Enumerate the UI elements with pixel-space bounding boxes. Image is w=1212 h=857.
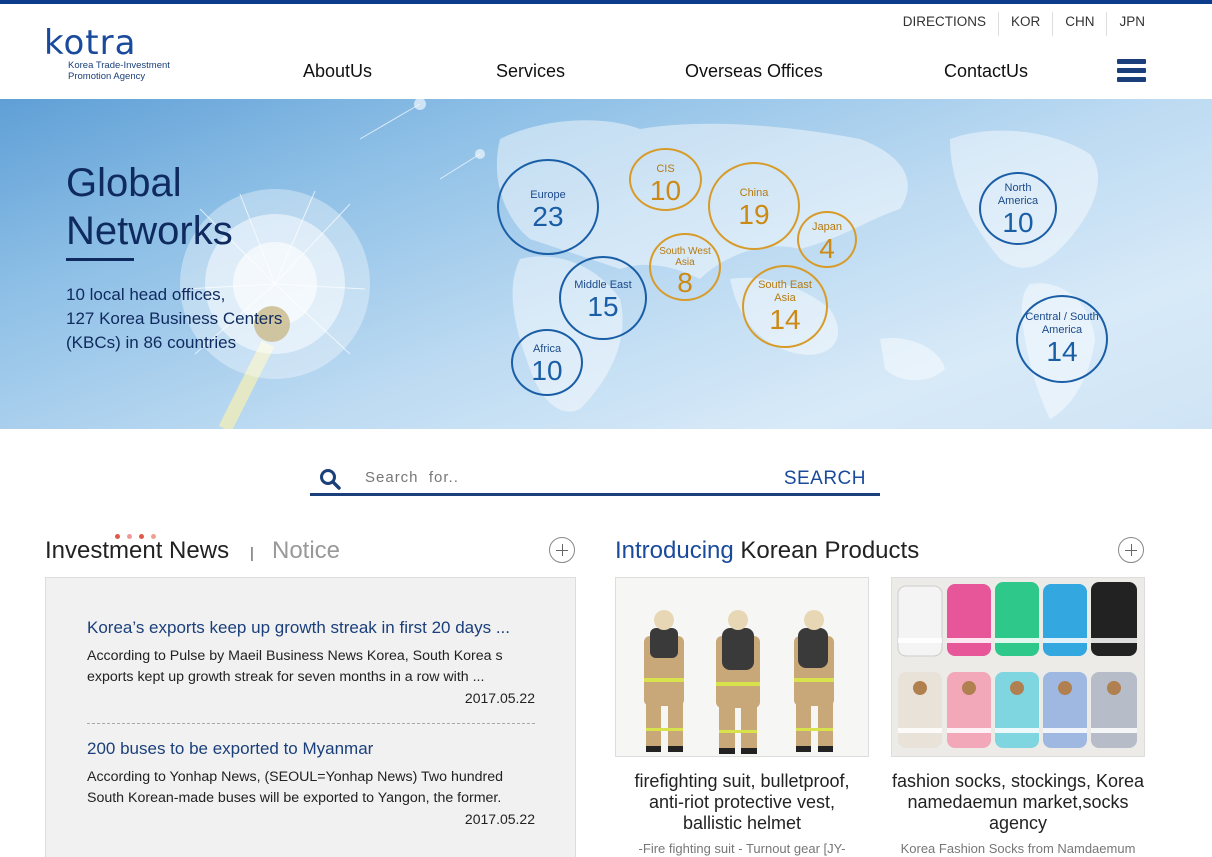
news-item-title[interactable]: Korea’s exports keep up growth streak in… [87,617,535,639]
news-desc-line: According to Pulse by Maeil Business New… [87,648,503,664]
region-north-america[interactable]: North America 10 [979,172,1057,245]
hamburger-menu-icon[interactable] [1117,59,1146,83]
region-south-west-asia[interactable]: South West Asia 8 [649,233,721,301]
news-list: Korea’s exports keep up growth streak in… [45,577,576,857]
product-card[interactable]: fashion socks, stockings, Korea namedaem… [891,577,1145,856]
region-count: 19 [738,199,770,230]
product-image-fashion-socks[interactable] [891,577,1145,757]
global-networks-banner: Global Networks 10 local head offices, 1… [0,99,1212,429]
utility-links: DIRECTIONS KOR CHN JPN [891,12,1156,36]
news-item-title[interactable]: 200 buses to be exported to Myanmar [87,738,535,760]
product-caption-line: namedaemun market,socks [907,792,1129,812]
region-south-east-asia[interactable]: South East Asia 14 [742,265,828,348]
product-caption[interactable]: fashion socks, stockings, Korea namedaem… [891,771,1145,834]
region-middle-east[interactable]: Middle East 15 [559,256,647,340]
hero-desc-line-3: (KBCs) in 86 countries [66,333,237,352]
region-name: South West Asia [659,246,711,268]
hero-desc-line-2: 127 Korea Business Centers [66,309,283,328]
region-count: 23 [532,201,564,232]
news-item: Korea’s exports keep up growth streak in… [87,617,535,708]
product-card[interactable]: firefighting suit, bulletproof, anti-rio… [615,577,869,856]
directions-link[interactable]: DIRECTIONS [891,12,998,36]
search-button[interactable]: SEARCH [784,468,866,490]
region-cis[interactable]: CIS 10 [629,148,702,211]
product-caption-line: agency [988,813,1048,833]
region-count: 10 [649,175,682,206]
nav-services[interactable]: Services [496,61,565,82]
logo-wordmark: kotra [44,23,137,63]
hero-title-line-1: Global [66,161,182,205]
hero-underline [66,258,134,261]
product-caption-line: anti-riot protective vest, [648,792,836,812]
news-more-plus-icon[interactable] [549,537,575,563]
region-name: North America [997,182,1039,207]
region-count: 10 [1002,207,1034,238]
logo-subtitle-1: Korea Trade-Investment [68,60,170,71]
site-header: kotra Korea Trade-Investment Promotion A… [0,4,1212,99]
region-count: 15 [587,291,619,322]
products-title-highlight: Introducing [615,537,734,564]
news-item-date: 2017.05.22 [464,811,535,827]
region-count: 10 [531,355,563,386]
nav-overseas-offices[interactable]: Overseas Offices [685,61,823,82]
product-image-firefighting-suit[interactable] [615,577,869,757]
region-central-south-america[interactable]: Central / South America 14 [1016,295,1108,383]
news-divider [87,723,535,724]
hero-title: Global Networks [66,159,233,255]
product-caption-line: fashion socks, stockings, Korea [891,771,1145,791]
firefighter-figures-graphic [616,578,868,756]
region-name: South East Asia [758,279,812,304]
socks-graphic [892,578,1144,756]
hero-desc-line-1: 10 local head offices, [66,285,226,304]
kotra-logo[interactable]: kotra Korea Trade-Investment Promotion A… [44,26,170,82]
product-caption-line: firefighting suit, bulletproof, [634,771,850,791]
product-subtitle: -Fire fighting suit - Turnout gear [JY- [638,841,846,856]
tab-investment-news[interactable]: Investment News [45,537,229,565]
hero-title-line-2: Networks [66,209,233,253]
lang-jpn-link[interactable]: JPN [1106,12,1156,36]
region-name: Central / South America [1025,311,1099,336]
product-subtitle: Korea Fashion Socks from Namdaemum [900,841,1136,856]
region-china[interactable]: China 19 [708,162,800,250]
region-japan[interactable]: Japan 4 [797,211,857,268]
lang-kor-link[interactable]: KOR [997,12,1052,36]
tab-separator: | [250,545,254,562]
region-count: 14 [769,304,801,335]
products-more-plus-icon[interactable] [1118,537,1144,563]
search-input[interactable] [365,462,765,492]
news-item-date: 2017.05.22 [464,690,535,706]
logo-subtitle-2: Promotion Agency [68,71,146,82]
product-caption[interactable]: firefighting suit, bulletproof, anti-rio… [615,771,869,834]
news-item-description: According to Yonhap News, (SEOUL=Yonhap … [87,767,535,809]
news-desc-line: exports kept up growth streak for seven … [87,669,485,685]
search-icon[interactable] [319,468,341,490]
news-item-description: According to Pulse by Maeil Business New… [87,646,535,688]
region-count: 4 [819,233,835,264]
search-bar: SEARCH [310,458,880,496]
region-count: 8 [677,267,693,298]
news-desc-line: South Korean-made buses will be exported… [87,790,502,806]
news-item: 200 buses to be exported to Myanmar Acco… [87,738,535,829]
tab-notice[interactable]: Notice [272,537,340,565]
product-caption-line: ballistic helmet [682,813,802,833]
nav-about-us[interactable]: AboutUs [303,61,372,82]
nav-contact-us[interactable]: ContactUs [944,61,1028,82]
products-title-rest: Korean Products [733,537,920,564]
products-section-title: Introducing Korean Products [615,537,919,565]
news-desc-line: According to Yonhap News, (SEOUL=Yonhap … [87,769,504,785]
lang-chn-link[interactable]: CHN [1052,12,1106,36]
region-count: 14 [1046,336,1078,367]
region-europe[interactable]: Europe 23 [497,159,599,255]
region-africa[interactable]: Africa 10 [511,329,583,396]
hero-description: 10 local head offices, 127 Korea Busines… [66,283,282,355]
